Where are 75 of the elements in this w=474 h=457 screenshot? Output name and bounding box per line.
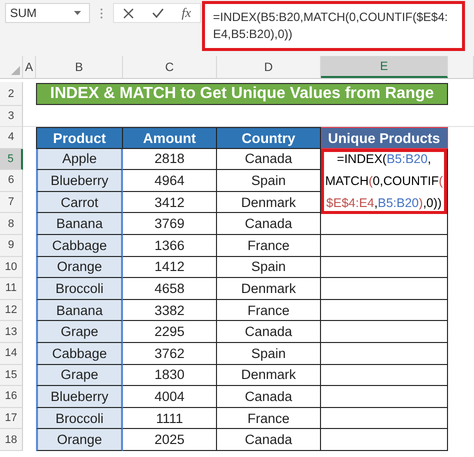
table-header: Product — [36, 127, 123, 149]
table-cell: 2295 — [123, 321, 217, 343]
row-number[interactable]: 2 — [0, 82, 23, 106]
row-number[interactable]: 14 — [0, 342, 23, 365]
table-cell: Banana — [36, 213, 123, 235]
column-header[interactable]: E — [321, 56, 448, 78]
table-cell: Banana — [36, 300, 123, 322]
dropdown-caret-icon[interactable] — [74, 11, 81, 15]
row-number[interactable]: 17 — [0, 408, 23, 430]
insert-function-button[interactable]: fx — [182, 5, 192, 21]
table-cell: Denmark — [217, 278, 321, 300]
table-cell: Denmark — [217, 364, 321, 386]
row-number[interactable]: 8 — [0, 213, 23, 235]
table-cell: Spain — [217, 256, 321, 278]
table-cell: Orange — [36, 429, 123, 451]
column-header[interactable]: B — [36, 56, 123, 78]
row-number[interactable]: 16 — [0, 386, 23, 408]
name-box[interactable]: SUM — [5, 3, 90, 23]
table-cell: 3382 — [123, 300, 217, 322]
table-cell: 2818 — [123, 148, 217, 170]
table-cell: Denmark — [217, 192, 321, 214]
table-cell: 1830 — [123, 364, 217, 386]
table-header: Unique Products — [321, 127, 448, 149]
table-cell: Cabbage — [36, 234, 123, 257]
row-number[interactable]: 18 — [0, 429, 23, 451]
row-number[interactable]: 6 — [0, 170, 23, 192]
table-cell: Spain — [217, 342, 321, 365]
table-cell: Grape — [36, 321, 123, 343]
cancel-icon[interactable] — [122, 8, 134, 18]
table-cell: France — [217, 300, 321, 322]
table-cell: 1366 — [123, 234, 217, 257]
row-number[interactable]: 15 — [0, 364, 23, 386]
title-banner: INDEX & MATCH to Get Unique Values from Range — [36, 83, 448, 105]
table-cell: 1111 — [123, 408, 217, 430]
row-number[interactable]: 12 — [0, 300, 23, 322]
row-number[interactable]: 5 — [0, 148, 23, 170]
table-cell: Apple — [36, 148, 123, 170]
row-number[interactable]: 10 — [0, 256, 23, 278]
table-cell: Blueberry — [36, 170, 123, 192]
row-number[interactable]: 13 — [0, 321, 23, 343]
table-cell: France — [217, 234, 321, 257]
table-cell: Broccoli — [36, 278, 123, 300]
table-cell: 3769 — [123, 213, 217, 235]
table-cell: 1412 — [123, 256, 217, 278]
table-header: Country — [217, 127, 321, 149]
cell-formula-editor[interactable]: =INDEX(B5:B20, MATCH(0,COUNTIF( $E$4:E4,B5:B20),0)) — [321, 148, 447, 214]
enter-check-icon[interactable] — [152, 8, 164, 18]
row-number[interactable]: 7 — [0, 192, 23, 214]
table-cell: Spain — [217, 170, 321, 192]
table-cell: 2025 — [123, 429, 217, 451]
table-cell: 4658 — [123, 278, 217, 300]
table-cell: 3762 — [123, 342, 217, 365]
table-cell: 3412 — [123, 192, 217, 214]
column-header[interactable]: C — [123, 56, 217, 78]
row-number[interactable]: 11 — [0, 278, 23, 300]
column-header[interactable]: A — [23, 56, 36, 78]
grip-icon — [100, 8, 103, 19]
table-cell: Carrot — [36, 192, 123, 214]
table-cell: Canada — [217, 213, 321, 235]
formula-field[interactable]: =INDEX(B5:B20,MATCH(0,COUNTIF($E$4:E4,B5:B20),0)) — [202, 1, 465, 51]
table-cell: Grape — [36, 364, 123, 386]
row-number[interactable]: 9 — [0, 234, 23, 257]
table-cell: 4004 — [123, 386, 217, 408]
table-cell: Canada — [217, 386, 321, 408]
table-header: Amount — [123, 127, 217, 149]
table-cell: Broccoli — [36, 408, 123, 430]
row-number[interactable]: 3 — [0, 106, 23, 127]
table-cell: Canada — [217, 321, 321, 343]
table-cell: France — [217, 408, 321, 430]
table-cell: Orange — [36, 256, 123, 278]
table-cell: 4964 — [123, 170, 217, 192]
table-cell: Blueberry — [36, 386, 123, 408]
table-cell: Cabbage — [36, 342, 123, 365]
table-cell: Canada — [217, 429, 321, 451]
row-number[interactable]: 4 — [0, 127, 23, 149]
